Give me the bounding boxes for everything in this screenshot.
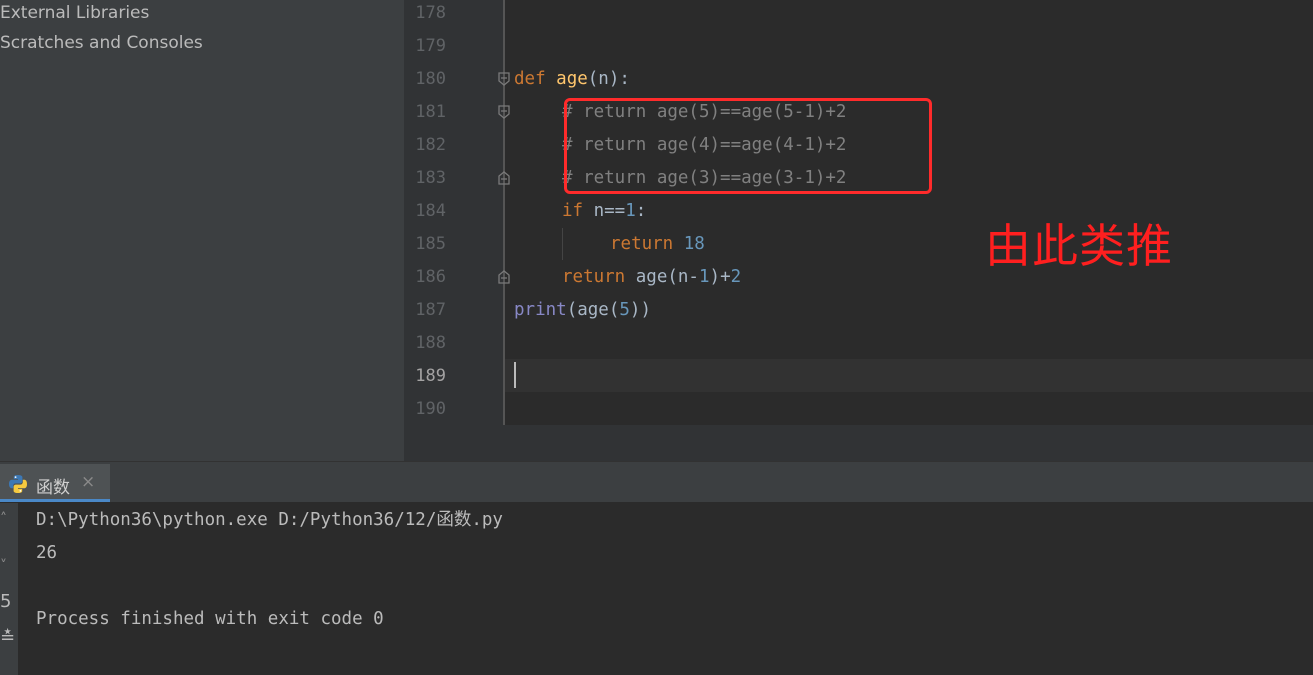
line-number: 183 — [415, 168, 446, 188]
code-line-184[interactable]: if n==1: — [562, 195, 646, 228]
console-line-command: D:\Python36\python.exe D:/Python36/12/函数… — [36, 510, 503, 530]
fold-collapse-icon[interactable] — [497, 72, 511, 86]
code-text: : — [635, 201, 647, 221]
line-number: 186 — [415, 267, 446, 287]
project-tree-panel: External Libraries Scratches and Console… — [0, 0, 404, 461]
current-line-highlight — [505, 359, 1313, 392]
line-number: 190 — [415, 399, 446, 419]
code-line-185[interactable]: return 18 — [610, 228, 705, 261]
annotation-highlight-box — [564, 98, 932, 194]
run-console[interactable]: D:\Python36\python.exe D:/Python36/12/函数… — [18, 503, 1313, 675]
number-literal: 2 — [730, 267, 742, 287]
code-line-186[interactable]: return age(n-1)+2 — [562, 261, 741, 294]
run-tool-window-tabs: 函数 × — [0, 461, 1313, 503]
number-literal: 5 — [619, 300, 630, 320]
run-tab[interactable]: 函数 × — [0, 464, 110, 502]
close-icon[interactable]: × — [81, 472, 95, 492]
line-number: 180 — [415, 69, 446, 89]
line-number: 181 — [415, 102, 446, 122]
editor-bottom-strip — [404, 425, 1313, 461]
soft-wrap-icon[interactable]: 5 — [0, 591, 11, 612]
code-text: (age( — [566, 300, 620, 320]
line-number: 178 — [415, 3, 446, 23]
line-number: 179 — [415, 36, 446, 56]
console-line-exit: Process finished with exit code 0 — [36, 609, 384, 629]
code-text: (n): — [587, 69, 630, 89]
keyword-return: return — [610, 234, 674, 254]
fold-end-icon[interactable] — [497, 171, 511, 185]
keyword-return: return — [562, 267, 626, 287]
number-literal: 1 — [698, 267, 710, 287]
code-line-187[interactable]: print(age(5)) — [514, 294, 651, 327]
fold-end-icon[interactable] — [497, 270, 511, 284]
python-icon — [9, 475, 27, 493]
tree-item-scratches-and-consoles[interactable]: Scratches and Consoles — [0, 30, 203, 58]
number-literal: 18 — [683, 234, 705, 254]
scroll-to-end-icon[interactable]: ≛ — [0, 627, 15, 648]
code-line-180[interactable]: def age(n): — [514, 63, 630, 96]
tree-item-external-libraries[interactable]: External Libraries — [0, 0, 149, 28]
code-text: )+ — [709, 267, 731, 287]
fold-collapse-icon[interactable] — [497, 105, 511, 119]
annotation-text: 由此类推 — [985, 219, 1173, 273]
code-editor[interactable]: 178 179 180 181 182 183 184 185 186 187 … — [404, 0, 1313, 461]
line-number: 182 — [415, 135, 446, 155]
function-name: age — [556, 69, 588, 89]
console-line-output: 26 — [36, 543, 58, 563]
text-caret — [514, 362, 516, 388]
code-text: age(n- — [625, 267, 699, 287]
run-tab-label: 函数 — [36, 478, 70, 498]
run-left-toolbar: ˄ ˅ 5 ≛ — [0, 503, 18, 675]
line-number-current: 189 — [415, 366, 446, 386]
line-number: 188 — [415, 333, 446, 353]
chevron-up-icon[interactable]: ˄ — [0, 511, 7, 527]
line-number: 187 — [415, 300, 446, 320]
keyword-if: if — [562, 201, 584, 221]
code-text: n== — [583, 201, 626, 221]
code-text: )) — [629, 300, 651, 320]
indent-guide — [562, 228, 563, 260]
line-number: 184 — [415, 201, 446, 221]
number-literal: 1 — [625, 201, 636, 221]
chevron-down-icon[interactable]: ˅ — [0, 558, 7, 574]
line-number: 185 — [415, 234, 446, 254]
builtin-print: print — [514, 300, 567, 320]
keyword-def: def — [514, 69, 546, 89]
